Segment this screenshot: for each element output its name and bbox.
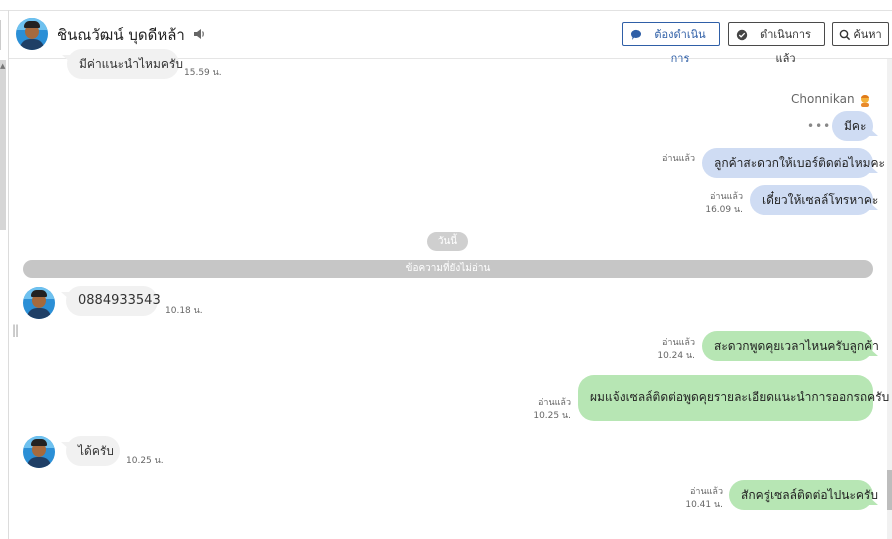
contact-avatar[interactable] bbox=[23, 436, 55, 468]
read-status: อ่านแล้ว bbox=[538, 398, 571, 408]
agent-name: Chonnikan bbox=[791, 92, 855, 106]
search-button[interactable]: ค้นหา bbox=[832, 22, 889, 46]
message-time: 10.41 น. bbox=[685, 500, 723, 510]
message-time: 16.09 น. bbox=[705, 205, 743, 215]
message-time: 10.24 น. bbox=[657, 351, 695, 361]
done-button[interactable]: ดำเนินการแล้ว bbox=[728, 22, 825, 65]
message-bubble-outgoing: ลูกค้าสะดวกให้เบอร์ติดต่อไหมคะ bbox=[702, 148, 885, 178]
message-bubble-outgoing: ผมแจ้งเซลล์ติดต่อพูดคุยรายละเอียดแนะนำกา… bbox=[578, 375, 889, 421]
message-bubble-outgoing: เดี๋ยวให้เซลล์โทรหาคะ bbox=[750, 185, 878, 215]
message-bubble-incoming: 0884933543 bbox=[61, 286, 161, 316]
left-border bbox=[8, 10, 9, 539]
message-text: ลูกค้าสะดวกให้เบอร์ติดต่อไหมคะ bbox=[714, 156, 886, 170]
contact-avatar[interactable] bbox=[23, 287, 55, 319]
message-text: สักครู่เซลล์ติดต่อไปนะครับ bbox=[741, 488, 878, 502]
message-time: 10.25 น. bbox=[533, 411, 571, 421]
todo-button[interactable]: ต้องดำเนินการ bbox=[622, 22, 720, 65]
read-status: อ่านแล้ว bbox=[690, 487, 723, 497]
contact-name: ชินณวัฒน์ บุดดีหล้า bbox=[57, 26, 185, 44]
left-scrollbar[interactable] bbox=[0, 60, 6, 230]
left-mini-divider bbox=[0, 20, 1, 50]
message-bubble-outgoing: สะดวกพูดคุยเวลาไหนครับลูกค้า bbox=[702, 331, 879, 361]
read-status: อ่านแล้ว bbox=[662, 338, 695, 348]
message-time: 10.18 น. bbox=[165, 306, 203, 316]
message-time: 10.25 น. bbox=[126, 456, 164, 466]
contact-avatar[interactable] bbox=[16, 18, 48, 50]
read-status: อ่านแล้ว bbox=[662, 154, 695, 164]
read-status: อ่านแล้ว bbox=[710, 192, 743, 202]
message-bubble-incoming: มีค่าแนะนำไหมครับ bbox=[62, 49, 183, 79]
message-text: ผมแจ้งเซลล์ติดต่อพูดคุยรายละเอียดแนะนำกา… bbox=[590, 390, 890, 404]
chat-scrollbar-track[interactable] bbox=[887, 59, 892, 539]
resize-handle[interactable]: || bbox=[12, 323, 19, 337]
search-button-label: ค้นหา bbox=[853, 29, 882, 41]
message-bubble-outgoing: มีคะ bbox=[832, 111, 878, 141]
message-text: มีค่าแนะนำไหมครับ bbox=[79, 57, 183, 71]
message-time: 15.59 น. bbox=[184, 68, 222, 78]
search-icon bbox=[839, 29, 851, 41]
message-text: 0884933543 bbox=[78, 293, 161, 308]
message-bubble-outgoing: สักครู่เซลล์ติดต่อไปนะครับ bbox=[729, 480, 878, 510]
unread-separator: ข้อความที่ยังไม่อ่าน bbox=[23, 260, 873, 278]
chat-bubble-icon bbox=[630, 29, 641, 40]
more-options-icon[interactable]: ••• bbox=[807, 119, 831, 133]
day-separator: วันนี้ bbox=[427, 232, 468, 251]
chat-window: ชินณวัฒน์ บุดดีหล้า ต้องดำเนินการ ดำเนิน… bbox=[0, 0, 892, 539]
message-text: มีคะ bbox=[844, 119, 867, 133]
done-button-label: ดำเนินการแล้ว bbox=[760, 29, 811, 65]
check-bubble-icon bbox=[736, 29, 748, 41]
message-bubble-incoming: ได้ครับ bbox=[61, 436, 120, 466]
person-emoji-icon bbox=[861, 95, 869, 107]
message-text: เดี๋ยวให้เซลล์โทรหาคะ bbox=[762, 193, 879, 207]
todo-button-label: ต้องดำเนินการ bbox=[654, 29, 706, 65]
message-text: ได้ครับ bbox=[78, 444, 114, 458]
scroll-up-arrow[interactable]: ▲ bbox=[0, 62, 5, 70]
message-text: สะดวกพูดคุยเวลาไหนครับลูกค้า bbox=[714, 339, 879, 353]
speaker-icon[interactable] bbox=[192, 27, 206, 41]
chat-scrollbar-thumb[interactable] bbox=[887, 470, 892, 510]
